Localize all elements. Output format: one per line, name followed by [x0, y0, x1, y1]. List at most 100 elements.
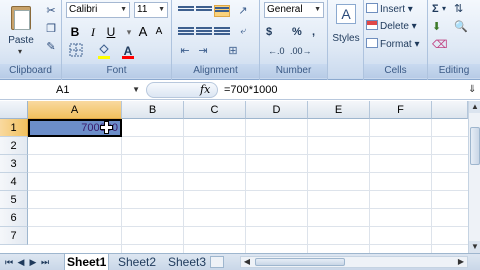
format-button[interactable]: Format ▾ [366, 38, 419, 52]
align-center-button[interactable] [196, 26, 212, 38]
delete-button[interactable]: Delete ▾ [366, 20, 417, 34]
increase-decimal-icon[interactable]: ←.0 [268, 43, 285, 59]
styles-button-label[interactable]: Styles [330, 33, 362, 44]
insert-function-button[interactable]: fx [200, 82, 210, 98]
decrease-decimal-icon[interactable]: .00→ [290, 43, 312, 59]
chevron-down-icon: ▼ [120, 6, 127, 13]
font-size-select[interactable]: 11 ▼ [134, 2, 168, 18]
formula-input[interactable]: =700*1000 [224, 82, 278, 98]
fill-down-icon[interactable]: ⬇ [432, 20, 441, 34]
align-top-button[interactable] [178, 5, 194, 17]
comma-button[interactable]: , [312, 24, 315, 40]
insert-sheet-icon[interactable] [210, 256, 224, 268]
clipboard-group: Paste ▾ ✂ ❐ ✎ Clipboard [0, 0, 62, 80]
gridline-vertical [307, 119, 308, 253]
gridline-horizontal [28, 190, 468, 191]
find-select-icon[interactable]: 🔍 [454, 20, 468, 34]
align-left-button[interactable] [178, 26, 194, 38]
row-header-4[interactable]: 4 [0, 173, 28, 191]
underline-button[interactable]: U [104, 24, 118, 40]
decrease-indent-icon[interactable]: ⇤ [178, 43, 192, 59]
column-header-a[interactable]: A [28, 101, 122, 119]
autosum-button[interactable]: Σ [432, 2, 439, 16]
column-header-b[interactable]: B [122, 101, 184, 119]
gridline-horizontal [28, 172, 468, 173]
row-header-2[interactable]: 2 [0, 137, 28, 155]
copy-icon[interactable]: ❐ [44, 22, 58, 36]
row-header-6[interactable]: 6 [0, 209, 28, 227]
editing-group-label: Editing [428, 64, 480, 78]
styles-icon[interactable]: A [336, 4, 356, 24]
column-header-partial[interactable] [432, 101, 468, 119]
scroll-right-icon[interactable]: ▶ [455, 257, 467, 267]
paste-button[interactable]: Paste ▾ [4, 2, 38, 56]
font-name-select[interactable]: Calibri ▼ [66, 2, 130, 18]
align-bottom-button[interactable] [214, 5, 230, 17]
font-color-button[interactable]: A [120, 43, 136, 59]
row-header-3[interactable]: 3 [0, 155, 28, 173]
font-group-label: Font [62, 64, 171, 78]
orientation-icon[interactable]: ↗ [236, 3, 250, 19]
next-sheet-icon[interactable]: ▶ [28, 256, 38, 268]
currency-button[interactable]: $ [266, 24, 272, 40]
column-header-c[interactable]: C [184, 101, 246, 119]
gridline-horizontal [28, 226, 468, 227]
percent-button[interactable]: % [292, 24, 302, 40]
scroll-up-icon[interactable]: ▲ [469, 101, 480, 113]
tab-sheet3[interactable]: Sheet3 [166, 254, 208, 270]
alignment-group-label: Alignment [172, 64, 259, 78]
select-all-button[interactable] [0, 101, 28, 119]
borders-icon[interactable] [68, 43, 84, 59]
tab-sheet1[interactable]: Sheet1 [64, 254, 110, 270]
worksheet-grid[interactable]: ABCDEF 1234567 700000 [0, 101, 468, 263]
format-painter-icon[interactable]: ✎ [44, 40, 58, 54]
column-header-d[interactable]: D [246, 101, 308, 119]
delete-icon [366, 20, 378, 30]
gridline-horizontal [28, 154, 468, 155]
chevron-down-icon[interactable]: ▾ [442, 2, 446, 16]
tab-sheet2[interactable]: Sheet2 [116, 254, 158, 270]
vertical-scroll-thumb[interactable] [470, 127, 480, 165]
ribbon: Paste ▾ ✂ ❐ ✎ Clipboard Font Calibri ▼ 1… [0, 0, 480, 80]
first-sheet-icon[interactable]: ⏮ [4, 256, 14, 268]
chevron-down-icon: ▾ [18, 47, 23, 56]
sort-filter-icon[interactable]: ⇅ [454, 2, 463, 16]
row-header-7[interactable]: 7 [0, 227, 28, 245]
cells-group-label: Cells [364, 64, 427, 78]
fill-color-button[interactable] [96, 43, 112, 59]
last-sheet-icon[interactable]: ⏭ [40, 256, 50, 268]
gridline-horizontal [28, 244, 468, 245]
name-box[interactable]: A1 ▼ [2, 82, 142, 98]
align-right-button[interactable] [214, 26, 230, 38]
insert-button[interactable]: Insert ▾ [366, 3, 413, 17]
clear-icon[interactable]: ⌫ [432, 38, 448, 52]
bold-button[interactable]: B [68, 24, 82, 40]
gridline-vertical [245, 119, 246, 253]
vertical-scrollbar[interactable]: ▲ ▼ [468, 101, 480, 253]
format-label: Format [380, 39, 412, 50]
wrap-text-icon[interactable]: ⤶ [236, 24, 250, 40]
row-header-1[interactable]: 1 [0, 119, 28, 137]
align-middle-button[interactable] [196, 5, 212, 17]
cut-icon[interactable]: ✂ [44, 4, 58, 18]
scroll-left-icon[interactable]: ◀ [241, 257, 253, 267]
italic-button[interactable]: I [86, 24, 100, 40]
number-format-select[interactable]: General ▼ [264, 2, 324, 18]
grow-font-button[interactable]: A [136, 24, 150, 40]
scroll-down-icon[interactable]: ▼ [469, 241, 480, 253]
chevron-down-icon[interactable]: ▾ [122, 24, 136, 40]
merge-center-icon[interactable]: ⊞ [226, 43, 240, 59]
format-icon [366, 38, 378, 48]
increase-indent-icon[interactable]: ⇥ [196, 43, 210, 59]
row-header-5[interactable]: 5 [0, 191, 28, 209]
expand-formula-bar-icon[interactable]: ⇓ [468, 82, 478, 98]
prev-sheet-icon[interactable]: ◀ [16, 256, 26, 268]
gridline-vertical [431, 119, 432, 253]
shrink-font-button[interactable]: A [152, 24, 166, 40]
horizontal-scrollbar[interactable]: ◀ ▶ [240, 256, 468, 268]
horizontal-scroll-thumb[interactable] [255, 258, 345, 266]
column-header-e[interactable]: E [308, 101, 370, 119]
chevron-down-icon: ▼ [314, 6, 321, 13]
insert-label: Insert [380, 4, 406, 15]
column-header-f[interactable]: F [370, 101, 432, 119]
